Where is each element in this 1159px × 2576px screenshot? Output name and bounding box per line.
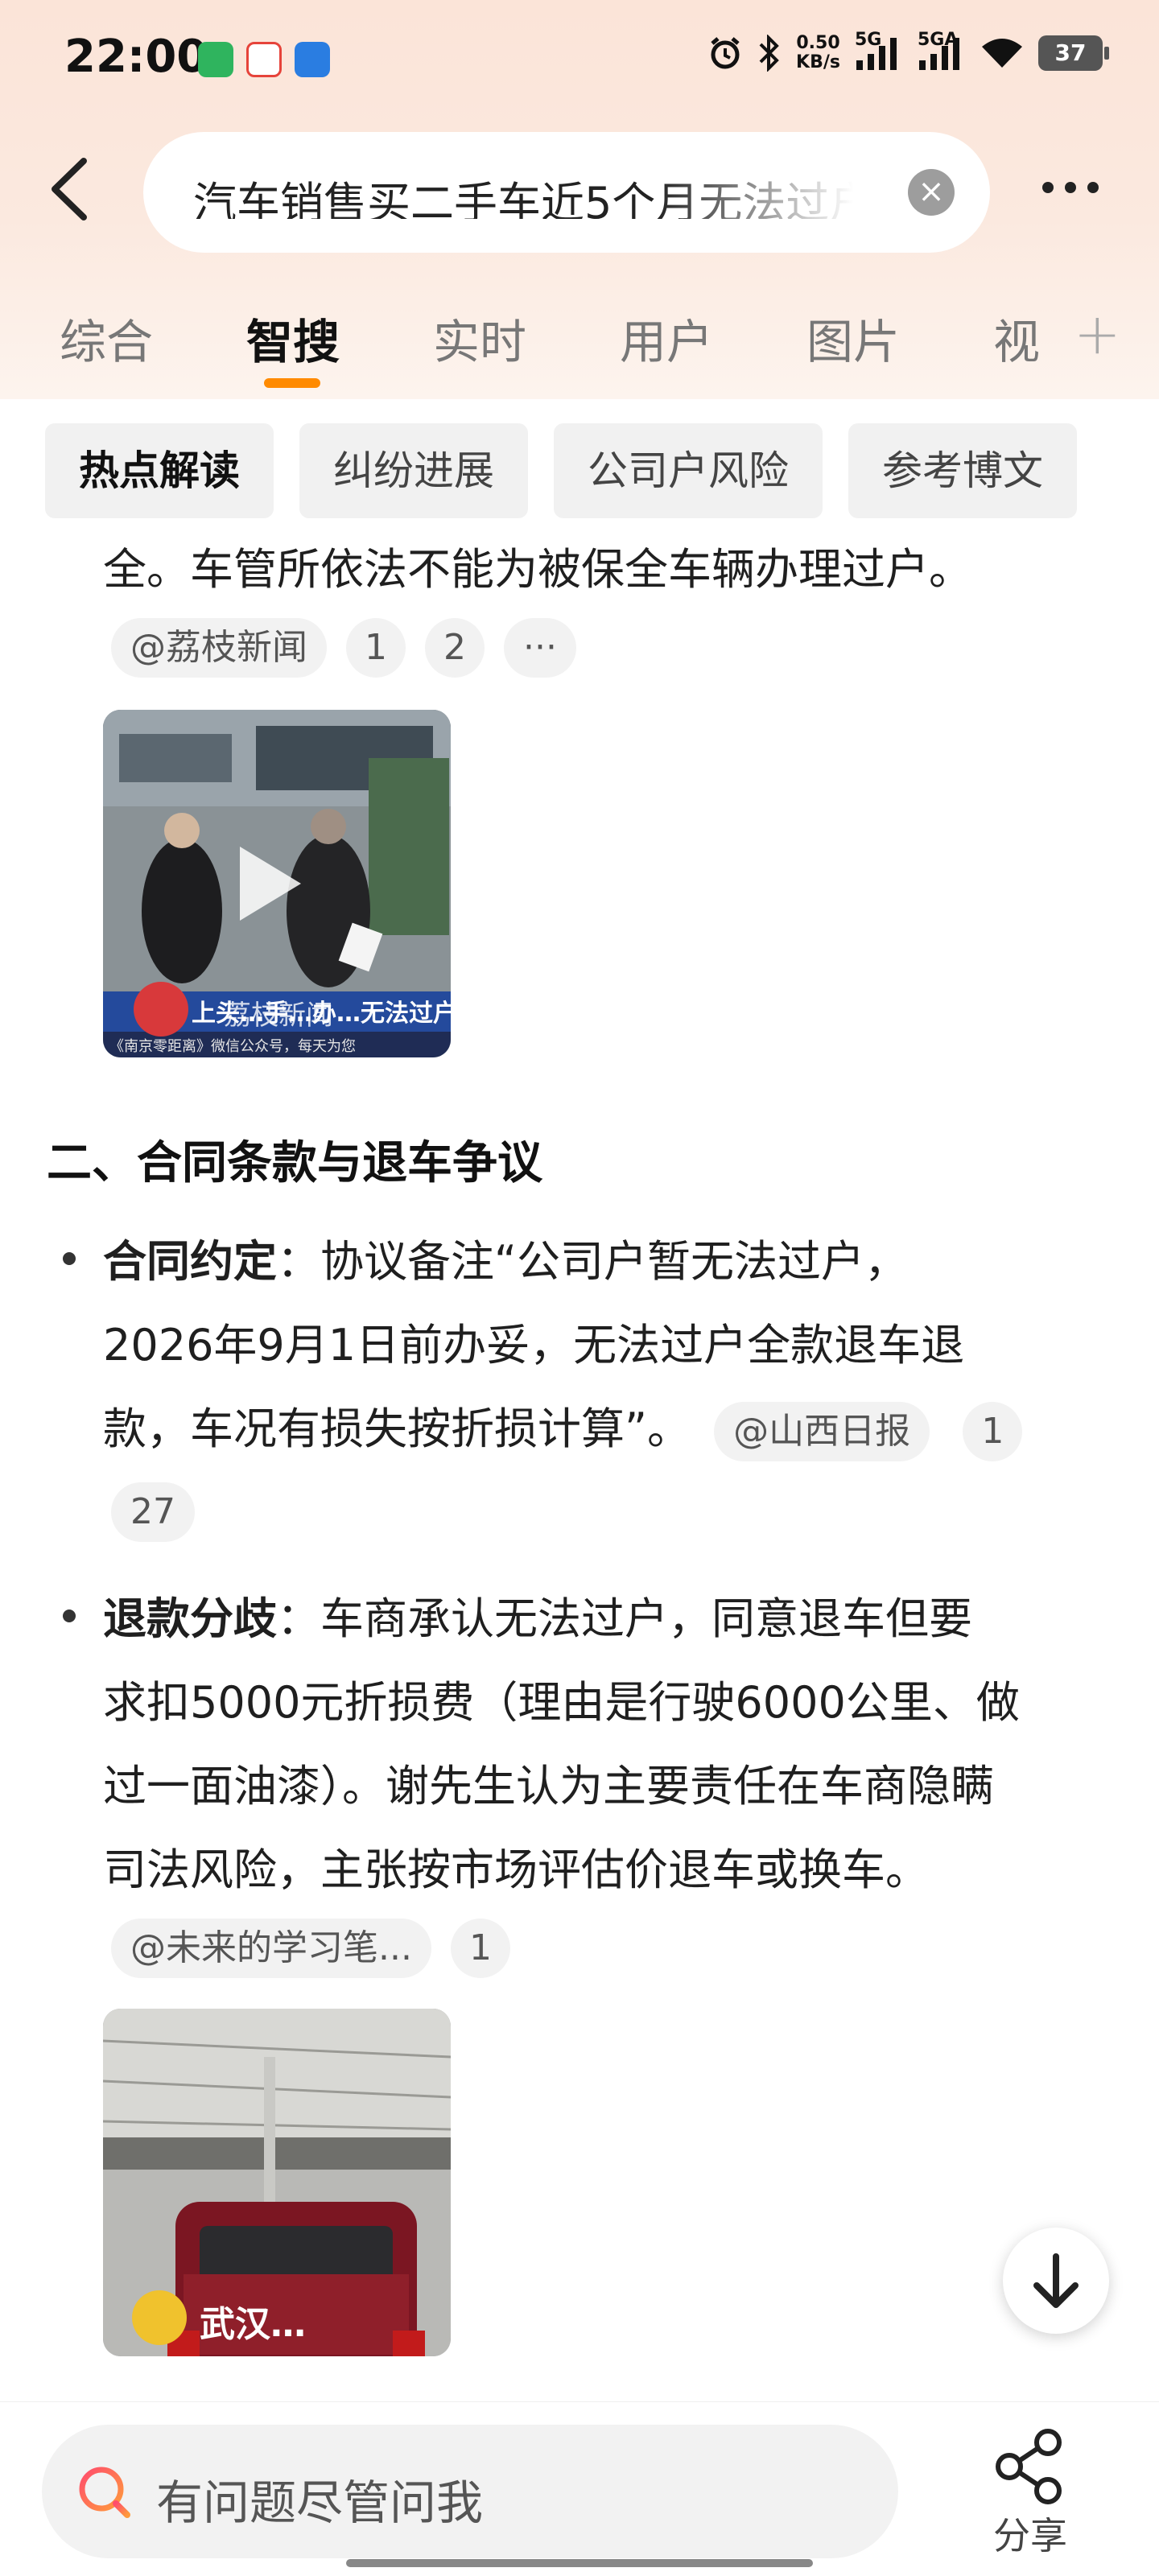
share-icon[interactable] <box>990 2426 1070 2507</box>
ask-input[interactable]: 有问题尽管问我 <box>42 2425 898 2558</box>
reference-tag[interactable]: 1 <box>346 618 406 678</box>
clear-search-button[interactable]: × <box>908 169 955 216</box>
source-tag[interactable]: @山西日报 <box>714 1402 930 1462</box>
bullet-line: 款，车况有损失按折损计算”。 @山西日报 1 <box>103 1387 1023 1471</box>
net-speed: 0.50 KB/s <box>796 33 840 72</box>
add-tab-icon[interactable]: + <box>1074 301 1121 367</box>
app-notification-icon <box>295 42 330 77</box>
source-tag[interactable]: @未来的学习笔... <box>111 1919 431 1978</box>
signal-5g: 5G <box>855 30 903 72</box>
chip-company-risk[interactable]: 公司户风险 <box>554 423 823 518</box>
bullet-dot <box>63 1252 76 1265</box>
status-right: 0.50 KB/s 5G 5GA 37 <box>707 30 1109 72</box>
chip-hot-interpretation[interactable]: 热点解读 <box>45 423 274 518</box>
tab-realtime[interactable]: 实时 <box>433 304 526 372</box>
arrow-down-icon <box>1033 2253 1079 2308</box>
paragraph-text: 全。车管所依法不能为被保全车辆办理过户。 <box>103 544 972 595</box>
bullet-text: 司法风险，主张按市场评估价退车或换车。 <box>103 1844 929 1895</box>
reference-tag[interactable]: 27 <box>111 1482 195 1542</box>
more-dot <box>1042 182 1054 193</box>
scroll-down-button[interactable] <box>1003 2228 1109 2334</box>
app-notification-icon <box>246 42 282 77</box>
more-dot <box>1065 182 1076 193</box>
more-references-tag[interactable]: ··· <box>504 618 576 678</box>
video-thumbnail[interactable]: 武汉… <box>103 2009 451 2356</box>
tab-smart-search[interactable]: 智搜 <box>246 304 340 372</box>
status-time: 22:00 <box>64 31 208 83</box>
source-row: @未来的学习笔... 1 <box>111 1919 510 1978</box>
bullet-text: ：车商承认无法过户，同意退车但要 <box>277 1593 972 1644</box>
category-tabs: 综合 智搜 实时 用户 图片 视 + <box>0 290 1159 394</box>
bullet-text: 过一面油漆）。谢先生认为主要责任在车商隐瞒 <box>103 1761 994 1811</box>
more-dot <box>1087 182 1099 193</box>
video-subtext: 《南京零距离》微信公众号，每天为您 <box>109 1038 356 1055</box>
tab-images[interactable]: 图片 <box>806 304 900 372</box>
topic-chips: 热点解读 纠纷进展 公司户风险 参考博文 <box>45 423 1077 518</box>
status-bar: 22:00 0.50 KB/s 5G 5GA 37 <box>0 0 1159 121</box>
bullet-text: ：协议备注“公司户暂无法过户， <box>277 1236 908 1287</box>
reference-tag[interactable]: 1 <box>963 1402 1023 1462</box>
bullet-text: 款，车况有损失按折损计算”。 <box>103 1403 691 1454</box>
ai-search-icon <box>79 2467 130 2518</box>
source-row: @荔枝新闻 1 2 ··· <box>111 618 576 678</box>
ask-placeholder: 有问题尽管问我 <box>156 2475 484 2530</box>
share-label[interactable]: 分享 <box>993 2507 1067 2560</box>
reference-tag[interactable]: 2 <box>425 618 485 678</box>
battery-indicator: 37 <box>1038 35 1109 71</box>
back-arrow-icon[interactable] <box>43 153 100 225</box>
bottom-bar: 有问题尽管问我 分享 <box>0 2401 1159 2576</box>
home-indicator[interactable] <box>346 2559 813 2567</box>
bullet-line: 合同约定：协议备注“公司户暂无法过户， <box>103 1220 908 1304</box>
search-query-text[interactable]: 汽车销售买二手车近5个月无法过户 <box>193 167 853 219</box>
close-icon: × <box>918 173 945 210</box>
chip-reference-posts[interactable]: 参考博文 <box>848 423 1077 518</box>
video-source-label: 武汉… <box>200 2304 306 2345</box>
more-options-button[interactable] <box>1030 167 1111 208</box>
bullet-line: 退款分歧：车商承认无法过户，同意退车但要 <box>103 1577 972 1661</box>
tab-users[interactable]: 用户 <box>620 304 713 372</box>
bullet-title: 退款分歧 <box>103 1593 277 1644</box>
tab-general[interactable]: 综合 <box>60 304 153 372</box>
video-source-label: 荔枝新闻 <box>224 999 333 1032</box>
bullet-text: 2026年9月1日前办妥，无法过户全款退车退 <box>103 1320 965 1370</box>
app-notification-icon <box>198 42 233 77</box>
source-tag[interactable]: @荔枝新闻 <box>111 618 327 678</box>
video-thumbnail[interactable]: 上头…手…办…无法过户 《南京零距离》微信公众号，每天为您 荔枝新闻 <box>103 710 451 1057</box>
reference-tag[interactable]: 1 <box>450 1919 510 1978</box>
section-heading: 二、合同条款与退车争议 <box>47 1137 542 1189</box>
bullet-title: 合同约定 <box>103 1236 277 1287</box>
signal-5ga: 5GA <box>918 30 966 72</box>
alarm-icon <box>711 37 740 69</box>
active-tab-indicator <box>264 378 320 388</box>
chip-dispute-progress[interactable]: 纠纷进展 <box>299 423 528 518</box>
bullet-dot <box>63 1609 76 1622</box>
bluetooth-icon <box>759 35 779 72</box>
play-icon <box>240 847 301 921</box>
source-row: 27 <box>111 1482 195 1542</box>
search-input[interactable]: 汽车销售买二手车近5个月无法过户 × <box>143 132 990 253</box>
tab-video[interactable]: 视 <box>993 304 1040 372</box>
notification-icons <box>198 42 330 77</box>
bullet-text: 求扣5000元折损费（理由是行驶6000公里、做 <box>103 1677 1020 1728</box>
wifi-icon <box>982 39 1022 68</box>
